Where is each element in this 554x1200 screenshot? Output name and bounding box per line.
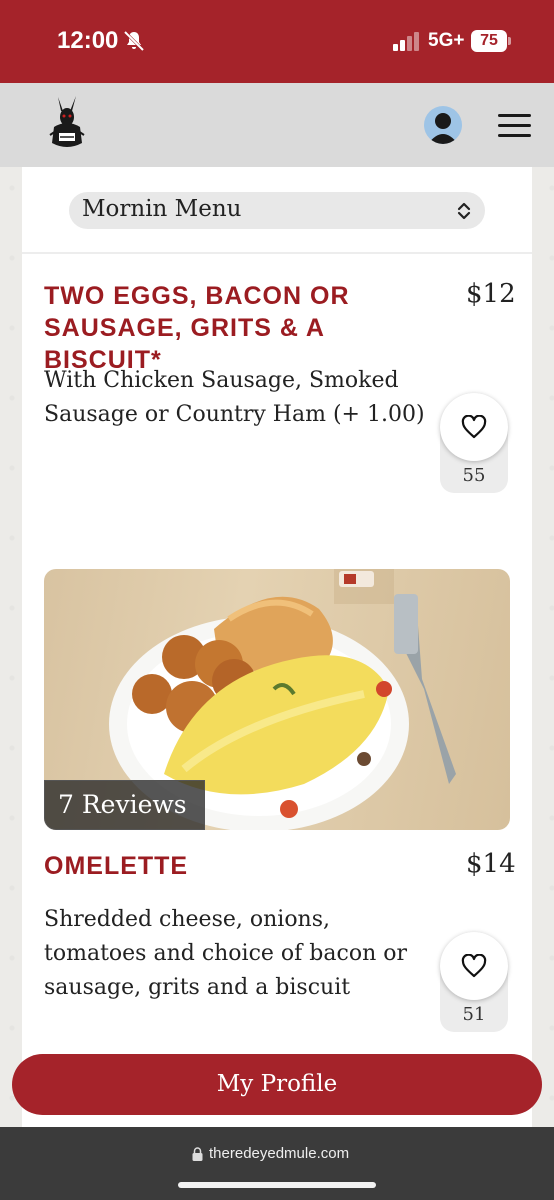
network-label: 5G+ [428, 30, 465, 51]
mule-logo-icon[interactable] [46, 95, 88, 153]
like-count: 55 [462, 465, 486, 486]
hamburger-menu-icon[interactable] [498, 114, 531, 138]
signal-icon [393, 32, 419, 51]
bell-muted-icon [123, 30, 145, 52]
like-widget: 55 [440, 393, 508, 493]
my-profile-button[interactable]: My Profile [12, 1054, 542, 1115]
item-price: $12 [466, 279, 516, 309]
menu-select[interactable]: Mornin Menu [69, 192, 485, 229]
reviews-badge[interactable]: 7 Reviews [44, 780, 205, 830]
item-description: With Chicken Sausage, Smoked Sausage or … [44, 368, 425, 427]
item-price: $14 [466, 849, 516, 879]
lock-icon [192, 1147, 203, 1161]
like-widget: 51 [440, 932, 508, 1032]
menu-selector-section: Mornin Menu [22, 167, 532, 254]
user-icon [428, 113, 458, 144]
browser-url-bar[interactable]: theredeyedmule.com [0, 1127, 554, 1200]
battery-level: 75 [471, 30, 507, 52]
status-time: 12:00 [57, 27, 119, 54]
battery-icon: 75 [471, 30, 511, 52]
item-title[interactable]: TWO EGGS, BACON OR SAUSAGE, GRITS & A BI… [44, 280, 444, 376]
site-header [0, 83, 554, 167]
item-description: Shredded cheese, onions, tomatoes and ch… [44, 907, 407, 1000]
menu-select-value: Mornin Menu [82, 196, 242, 222]
like-count: 51 [462, 1004, 486, 1025]
like-button[interactable] [440, 932, 508, 1000]
like-button[interactable] [440, 393, 508, 461]
item-title[interactable]: OMELETTE [44, 850, 444, 882]
profile-avatar[interactable] [424, 106, 462, 144]
chevron-up-down-icon [457, 202, 471, 220]
heart-icon [461, 954, 487, 978]
status-bar: 12:00 5G+ 75 [0, 0, 554, 83]
home-indicator[interactable] [178, 1182, 376, 1188]
heart-icon [461, 415, 487, 439]
url-text: theredeyedmule.com [209, 1145, 350, 1162]
